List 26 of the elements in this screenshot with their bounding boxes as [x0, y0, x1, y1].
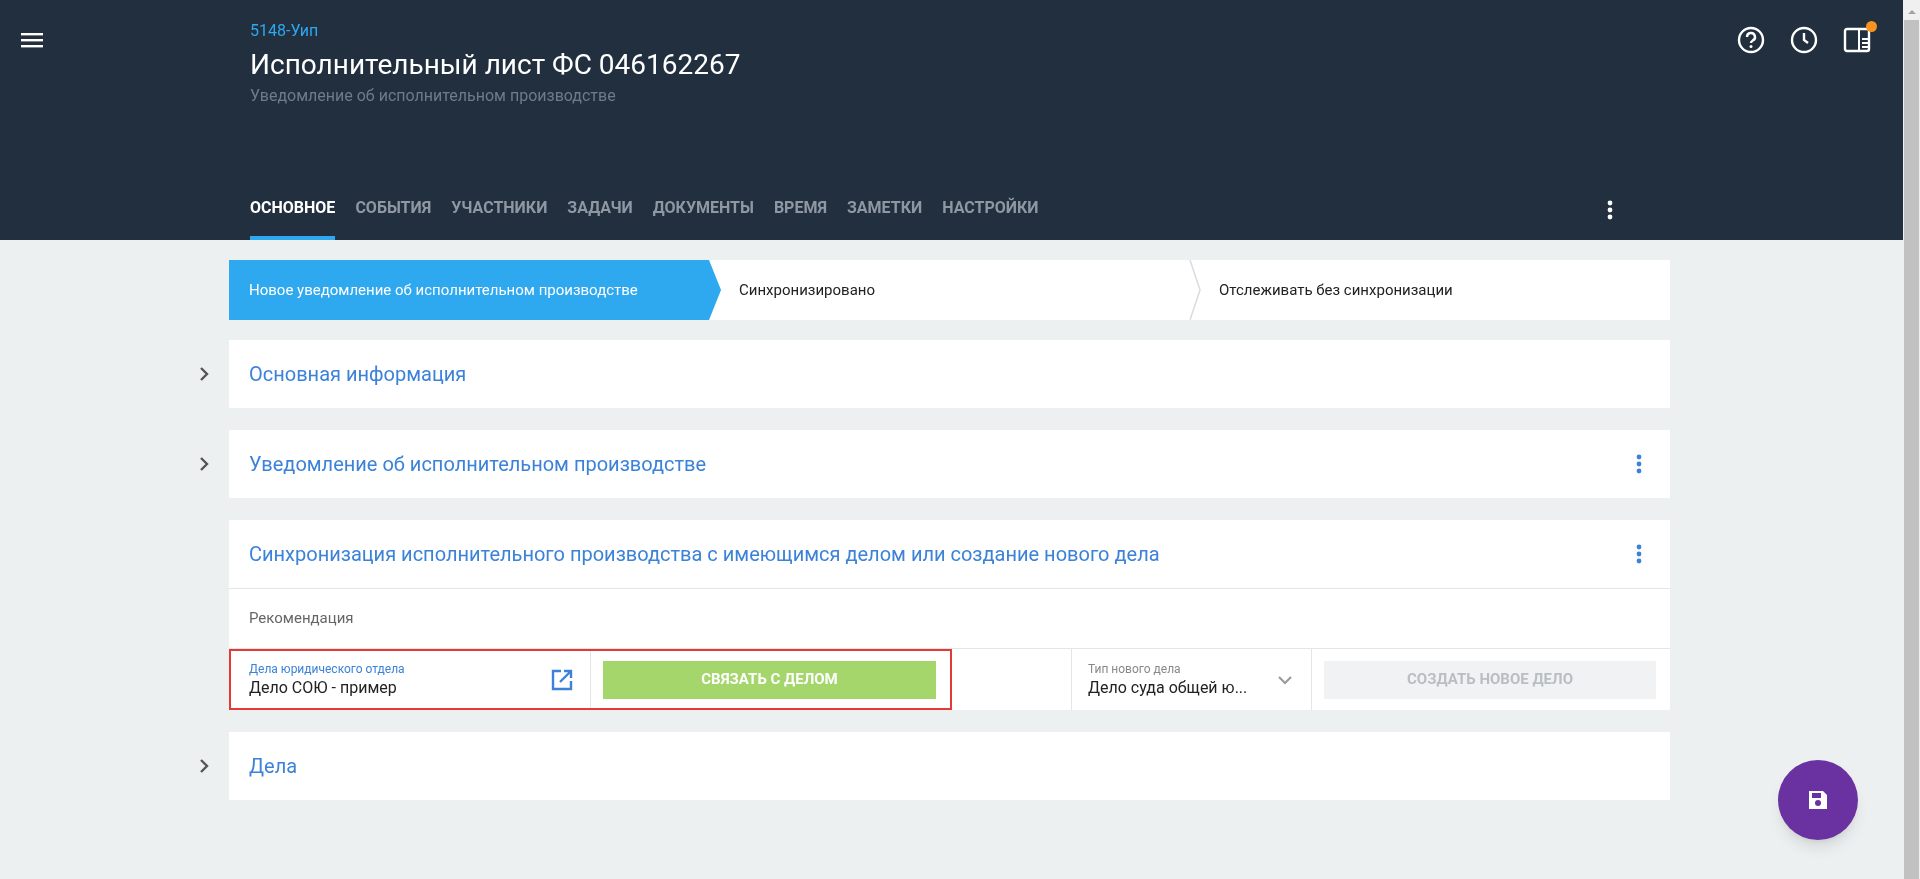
tab[interactable]: СОБЫТИЯ [355, 198, 432, 240]
clock-icon[interactable] [1790, 26, 1818, 54]
record-code[interactable]: 5148-Уип [250, 21, 319, 41]
more-icon[interactable] [1607, 200, 1613, 220]
tab[interactable]: ОСНОВНОЕ [250, 198, 336, 240]
tab[interactable]: ЗАМЕТКИ [846, 198, 923, 240]
tab[interactable]: НАСТРОЙКИ [942, 198, 1039, 240]
open-external-icon[interactable] [550, 667, 574, 692]
tab[interactable]: УЧАСТНИКИ [451, 198, 548, 240]
section-title[interactable]: Основная информация [249, 359, 467, 389]
step-separator-icon [1189, 260, 1201, 320]
tab[interactable]: ДОКУМЕНТЫ [652, 198, 754, 240]
page-title: Исполнительный лист ФС 046162267 [250, 47, 741, 83]
tab[interactable]: ЗАДАЧИ [567, 198, 633, 240]
section-title[interactable]: Дела [249, 751, 298, 781]
case-type-dropdown[interactable]: Тип нового дела Дело суда общей ю... [1072, 649, 1312, 710]
page-subtitle: Уведомление об исполнительном производстве [250, 85, 616, 107]
section-title[interactable]: Синхронизация исполнительного производства с имеющимся делом или создание нового дела [249, 539, 1160, 569]
help-icon[interactable] [1737, 26, 1765, 54]
stage-step[interactable]: Новое уведомление об исполнительном производстве [229, 260, 721, 320]
tab[interactable]: ВРЕМЯ [773, 198, 827, 240]
recommendation-label: Рекомендация [249, 608, 354, 630]
case-link-field[interactable]: Дела юридического отдела Дело СОЮ - пример [231, 651, 591, 708]
save-icon [1806, 788, 1830, 812]
section-title[interactable]: Уведомление об исполнительном производстве [249, 449, 707, 479]
menu-icon[interactable] [20, 30, 44, 50]
